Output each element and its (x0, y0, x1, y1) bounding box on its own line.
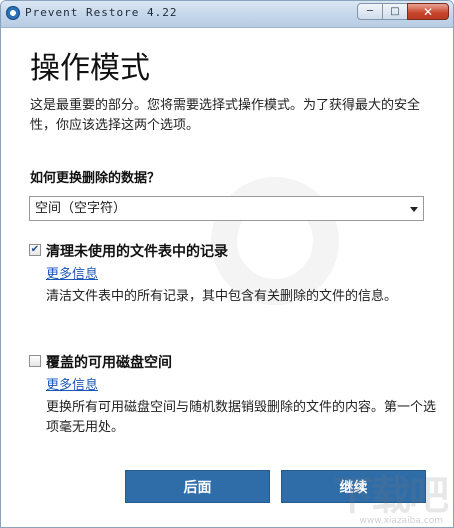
option-description: 清洁文件表中的所有记录，其中包含有关删除的文件的信息。 (46, 289, 398, 304)
back-button[interactable]: 后面 (125, 470, 270, 503)
clean-file-table-checkbox[interactable]: ✔ (29, 244, 41, 256)
option-description: 更换所有可用磁盘空间与随机数据销毁删除的文件的内容。第一个选项毫无用处。 (46, 400, 437, 435)
minimize-button[interactable]: ─ (357, 3, 383, 20)
app-logo-icon (6, 6, 20, 20)
watermark-url: www.xiazaiba.com (359, 516, 443, 526)
close-button[interactable]: ✕ (407, 3, 449, 20)
option-title[interactable]: 清理未使用的文件表中的记录 (46, 241, 228, 261)
maximize-button[interactable]: □ (382, 3, 408, 20)
watermark-logo: 下载吧 (333, 473, 449, 519)
more-info-link[interactable]: 更多信息 (46, 374, 98, 393)
overwrite-free-space-checkbox[interactable] (29, 355, 41, 367)
dropdown-selected-value: 空间（空字符） (35, 201, 127, 216)
option-title[interactable]: 覆盖的可用磁盘空间 (46, 352, 172, 372)
more-info-link[interactable]: 更多信息 (46, 263, 98, 282)
app-window: Prevent Restore 4.22 ─ □ ✕ 操作模式 这是最重要的部分… (0, 0, 454, 528)
replace-method-dropdown[interactable]: 空间（空字符） (29, 196, 424, 221)
intro-text: 这是最重要的部分。您将需要选择式操作模式。为了获得最大的安全性，你应该选择这两个… (30, 98, 421, 133)
window-title: Prevent Restore 4.22 (25, 6, 178, 19)
chevron-down-icon[interactable] (410, 207, 418, 212)
window-controls: ─ □ ✕ (357, 3, 449, 21)
title-bar[interactable]: Prevent Restore 4.22 ─ □ ✕ (1, 1, 453, 28)
page-title: 操作模式 (30, 51, 150, 86)
replace-data-question: 如何更换删除的数据？ (30, 171, 161, 186)
